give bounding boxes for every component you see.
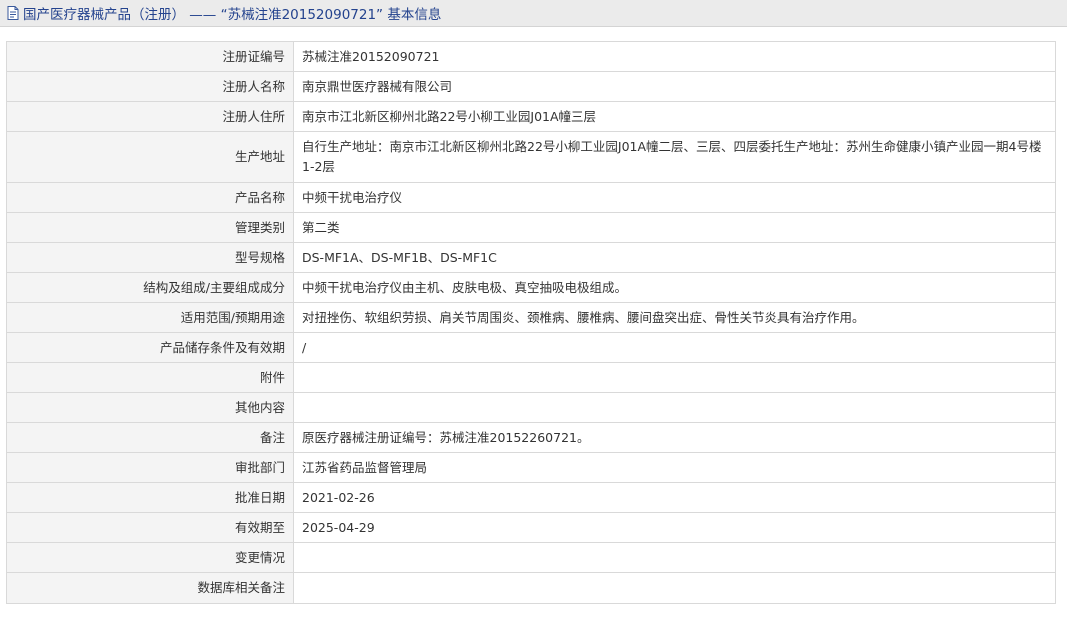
table-row: 其他内容 xyxy=(6,392,1056,423)
row-value xyxy=(293,392,1056,423)
row-value: 南京鼎世医疗器械有限公司 xyxy=(293,71,1056,102)
table-row: 产品名称 中频干扰电治疗仪 xyxy=(6,182,1056,213)
row-value: 原医疗器械注册证编号：苏械注准20152260721。 xyxy=(293,422,1056,453)
table-row: 生产地址 自行生产地址：南京市江北新区柳州北路22号小柳工业园J01A幢二层、三… xyxy=(6,131,1056,183)
table-row: 注册证编号 苏械注准20152090721 xyxy=(6,41,1056,72)
row-label: 变更情况 xyxy=(6,542,294,573)
row-label: 注册证编号 xyxy=(6,41,294,72)
info-table: 注册证编号 苏械注准20152090721 注册人名称 南京鼎世医疗器械有限公司… xyxy=(6,41,1056,604)
row-value: / xyxy=(293,332,1056,363)
row-value: DS-MF1A、DS-MF1B、DS-MF1C xyxy=(293,242,1056,273)
row-label: 数据库相关备注 xyxy=(6,572,294,604)
row-label: 产品储存条件及有效期 xyxy=(6,332,294,363)
title-bar: 国产医疗器械产品（注册） —— “苏械注准20152090721” 基本信息 xyxy=(0,0,1067,27)
row-value: 对扭挫伤、软组织劳损、肩关节周围炎、颈椎病、腰椎病、腰间盘突出症、骨性关节炎具有… xyxy=(293,302,1056,333)
row-label: 备注 xyxy=(6,422,294,453)
table-row: 附件 xyxy=(6,362,1056,393)
row-value xyxy=(293,362,1056,393)
row-label: 管理类别 xyxy=(6,212,294,243)
row-label: 产品名称 xyxy=(6,182,294,213)
row-label: 型号规格 xyxy=(6,242,294,273)
row-value: 江苏省药品监督管理局 xyxy=(293,452,1056,483)
table-row: 变更情况 xyxy=(6,542,1056,573)
row-label: 审批部门 xyxy=(6,452,294,483)
row-label: 适用范围/预期用途 xyxy=(6,302,294,333)
table-row: 注册人名称 南京鼎世医疗器械有限公司 xyxy=(6,71,1056,102)
table-row: 适用范围/预期用途 对扭挫伤、软组织劳损、肩关节周围炎、颈椎病、腰椎病、腰间盘突… xyxy=(6,302,1056,333)
table-row: 批准日期 2021-02-26 xyxy=(6,482,1056,513)
document-icon xyxy=(5,5,21,21)
row-value: 苏械注准20152090721 xyxy=(293,41,1056,72)
page: 国产医疗器械产品（注册） —— “苏械注准20152090721” 基本信息 注… xyxy=(0,0,1067,622)
page-title: 国产医疗器械产品（注册） —— “苏械注准20152090721” 基本信息 xyxy=(23,7,442,23)
row-value: 南京市江北新区柳州北路22号小柳工业园J01A幢三层 xyxy=(293,101,1056,132)
table-row: 产品储存条件及有效期 / xyxy=(6,332,1056,363)
row-value: 2025-04-29 xyxy=(293,512,1056,543)
table-row: 结构及组成/主要组成成分 中频干扰电治疗仪由主机、皮肤电极、真空抽吸电极组成。 xyxy=(6,272,1056,303)
row-value: 中频干扰电治疗仪由主机、皮肤电极、真空抽吸电极组成。 xyxy=(293,272,1056,303)
table-row: 数据库相关备注 xyxy=(6,572,1056,604)
row-value: 第二类 xyxy=(293,212,1056,243)
table-row: 备注 原医疗器械注册证编号：苏械注准20152260721。 xyxy=(6,422,1056,453)
table-row: 审批部门 江苏省药品监督管理局 xyxy=(6,452,1056,483)
row-label: 其他内容 xyxy=(6,392,294,423)
row-label: 结构及组成/主要组成成分 xyxy=(6,272,294,303)
row-label: 有效期至 xyxy=(6,512,294,543)
row-value: 2021-02-26 xyxy=(293,482,1056,513)
row-value: 自行生产地址：南京市江北新区柳州北路22号小柳工业园J01A幢二层、三层、四层委… xyxy=(293,131,1056,183)
row-value: 中频干扰电治疗仪 xyxy=(293,182,1056,213)
row-label: 注册人名称 xyxy=(6,71,294,102)
table-row: 有效期至 2025-04-29 xyxy=(6,512,1056,543)
row-label: 批准日期 xyxy=(6,482,294,513)
row-value xyxy=(293,572,1056,604)
row-value xyxy=(293,542,1056,573)
row-label: 附件 xyxy=(6,362,294,393)
row-label: 生产地址 xyxy=(6,131,294,183)
table-row: 管理类别 第二类 xyxy=(6,212,1056,243)
table-row: 注册人住所 南京市江北新区柳州北路22号小柳工业园J01A幢三层 xyxy=(6,101,1056,132)
table-row: 型号规格 DS-MF1A、DS-MF1B、DS-MF1C xyxy=(6,242,1056,273)
row-label: 注册人住所 xyxy=(6,101,294,132)
